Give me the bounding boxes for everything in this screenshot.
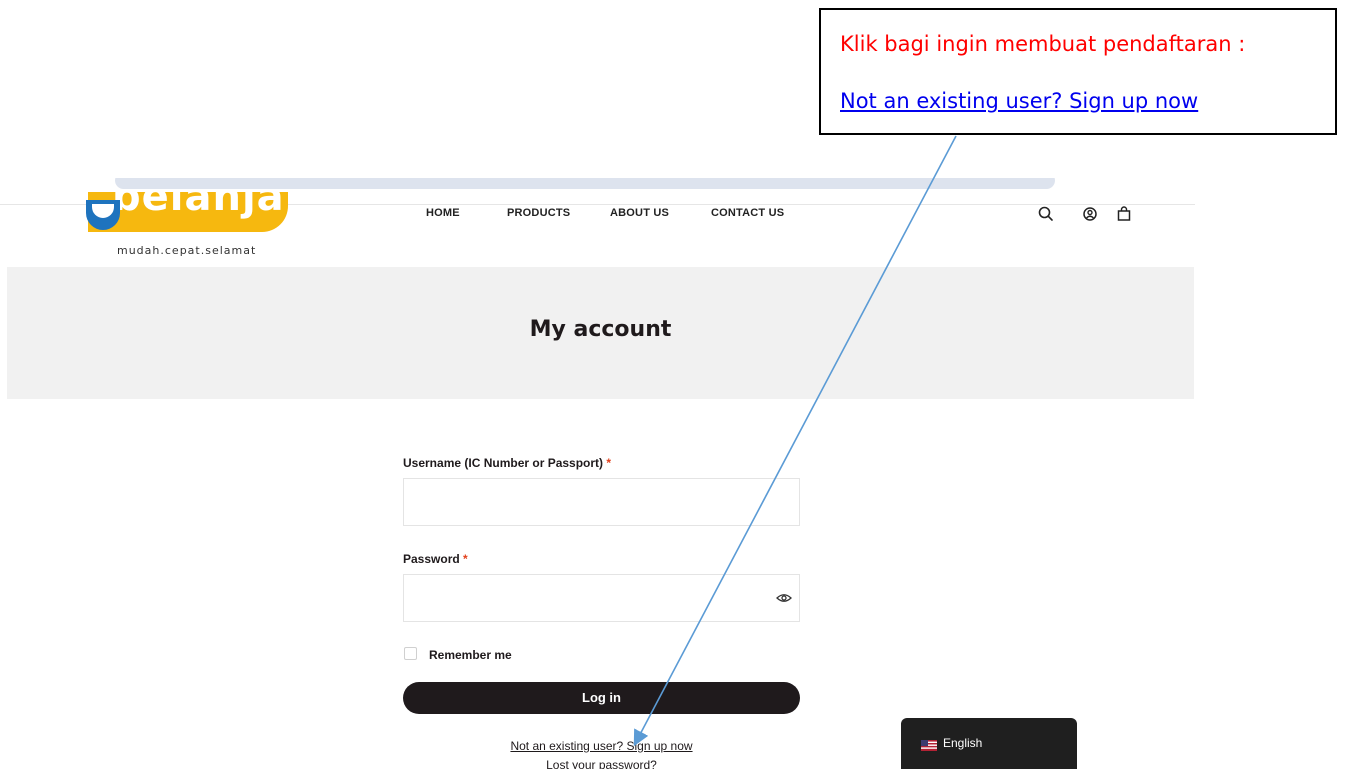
search-icon[interactable] bbox=[1036, 204, 1056, 224]
cart-icon[interactable] bbox=[1114, 204, 1134, 224]
required-mark: * bbox=[606, 456, 612, 470]
username-input[interactable] bbox=[403, 478, 800, 526]
password-label-text: Password bbox=[403, 552, 460, 566]
password-label: Password * bbox=[403, 552, 468, 566]
required-mark: * bbox=[463, 552, 468, 566]
signup-link[interactable]: Not an existing user? Sign up now bbox=[403, 739, 800, 753]
address-bar[interactable] bbox=[115, 178, 1055, 189]
lost-password-link[interactable]: Lost your password? bbox=[403, 758, 800, 769]
login-button[interactable]: Log in bbox=[403, 682, 800, 714]
logo-text: belanja bbox=[112, 192, 285, 220]
language-switcher[interactable]: English bbox=[901, 718, 1077, 769]
annotation-callout: Klik bagi ingin membuat pendaftaran : No… bbox=[819, 8, 1337, 135]
page-title: My account bbox=[529, 317, 672, 342]
nav-home[interactable]: HOME bbox=[426, 207, 460, 219]
logo-tagline: mudah.cepat.selamat bbox=[117, 244, 257, 257]
annotation-arrow-line bbox=[633, 135, 957, 747]
show-password-eye-icon[interactable] bbox=[775, 589, 793, 607]
account-icon[interactable] bbox=[1080, 204, 1100, 224]
remember-me-checkbox[interactable] bbox=[404, 647, 417, 660]
language-label: English bbox=[943, 736, 983, 750]
nav-products[interactable]: PRODUCTS bbox=[507, 207, 570, 219]
nav-contact-us[interactable]: CONTACT US bbox=[711, 207, 784, 219]
username-label: Username (IC Number or Passport) * bbox=[403, 456, 611, 470]
annotation-title: Klik bagi ingin membuat pendaftaran : bbox=[840, 32, 1246, 56]
us-flag-icon bbox=[921, 738, 937, 751]
password-input[interactable] bbox=[403, 574, 800, 622]
annotation-signup-link[interactable]: Not an existing user? Sign up now bbox=[840, 89, 1198, 113]
remember-me-label: Remember me bbox=[429, 648, 512, 662]
username-label-text: Username (IC Number or Passport) bbox=[403, 456, 604, 470]
page-header-band: My account bbox=[7, 267, 1194, 399]
nav-about-us[interactable]: ABOUT US bbox=[610, 207, 669, 219]
